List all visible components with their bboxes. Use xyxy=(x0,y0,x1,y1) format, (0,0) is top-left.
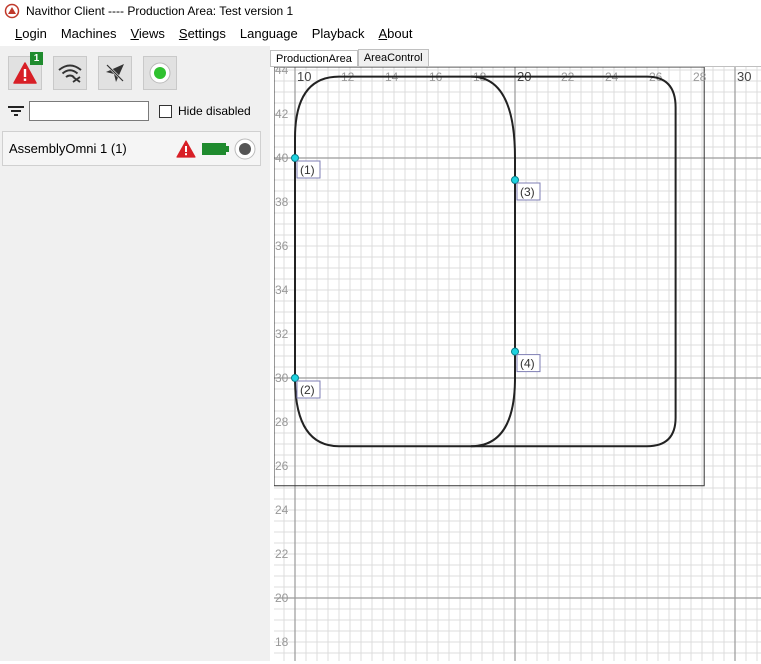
status-button[interactable] xyxy=(143,56,177,90)
filter-input[interactable] xyxy=(29,101,149,121)
hide-disabled-checkbox[interactable] xyxy=(159,104,172,118)
y-tick-label: 18 xyxy=(275,635,289,649)
left-panel: 1 Hide disabled AssemblyOmni 1 (1) xyxy=(0,46,270,661)
alarm-button[interactable]: 1 xyxy=(8,52,43,90)
y-tick-label: 36 xyxy=(275,239,289,253)
y-tick-label: 24 xyxy=(275,503,289,517)
connection-button[interactable] xyxy=(53,56,87,90)
node-point xyxy=(291,374,299,382)
filter-icon[interactable] xyxy=(8,104,24,118)
hide-disabled-label: Hide disabled xyxy=(178,104,251,118)
navigation-button[interactable] xyxy=(98,56,132,90)
y-tick-label: 44 xyxy=(275,67,289,77)
title-bar: Navithor Client ---- Production Area: Te… xyxy=(0,0,761,22)
y-tick-label: 30 xyxy=(275,371,289,385)
battery-icon xyxy=(202,142,229,155)
node-point xyxy=(291,154,299,162)
route-right xyxy=(471,75,677,448)
y-tick-label: 40 xyxy=(275,151,289,165)
y-tick-label: 34 xyxy=(275,283,289,297)
navigation-off-icon xyxy=(106,64,124,82)
map-panel: ProductionArea AreaControl 10 12 14 16 18 20 2… xyxy=(270,46,761,661)
menu-about[interactable]: About xyxy=(371,22,419,46)
production-area-map[interactable]: 10 12 14 16 18 20 22 24 26 28 30 44 42 40 38 36 34 32 30 28… xyxy=(273,63,761,661)
x-tick-label: 30 xyxy=(737,69,751,84)
menu-settings[interactable]: Settings xyxy=(172,22,233,46)
machine-state-icon[interactable] xyxy=(234,138,256,160)
node-point xyxy=(511,176,519,184)
node-label: (3) xyxy=(520,185,535,199)
y-tick-label: 28 xyxy=(275,415,289,429)
machine-status-icons xyxy=(176,138,256,160)
menu-views[interactable]: Views xyxy=(123,22,171,46)
tab-strip: ProductionArea AreaControl xyxy=(270,46,429,67)
alarm-icon xyxy=(13,62,37,84)
y-tick-label: 32 xyxy=(275,327,289,341)
y-tick-label: 38 xyxy=(275,195,289,209)
y-tick-label: 26 xyxy=(275,459,289,473)
toolbar: 1 xyxy=(8,52,188,92)
node-point xyxy=(511,347,519,356)
app-logo-icon xyxy=(4,3,20,19)
machine-alarm-icon xyxy=(176,139,196,158)
tab-area-control[interactable]: AreaControl xyxy=(357,49,429,66)
machine-list-item[interactable]: AssemblyOmni 1 (1) xyxy=(2,131,261,166)
filter-row: Hide disabled xyxy=(8,101,251,121)
y-tick-label: 42 xyxy=(275,107,289,121)
menu-login[interactable]: Login xyxy=(8,22,54,46)
tab-production-area[interactable]: ProductionArea xyxy=(270,50,358,67)
menu-playback[interactable]: Playback xyxy=(305,22,372,46)
node-label: (1) xyxy=(300,163,315,177)
menu-bar: Login Machines Views Settings Language P… xyxy=(0,22,761,46)
machine-name: AssemblyOmni 1 (1) xyxy=(9,141,127,156)
menu-machines[interactable]: Machines xyxy=(54,22,124,46)
node-label: (4) xyxy=(520,357,535,371)
map-canvas[interactable]: 10 12 14 16 18 20 22 24 26 28 30444240383634323028… xyxy=(273,63,761,661)
alarm-count-badge: 1 xyxy=(30,52,43,65)
window-title: Navithor Client ---- Production Area: Te… xyxy=(26,4,294,18)
x-tick-label: 10 xyxy=(297,69,311,84)
status-ok-icon xyxy=(149,62,171,84)
x-tick-label: 28 xyxy=(693,70,707,84)
y-tick-label: 20 xyxy=(275,591,289,605)
node-label: (2) xyxy=(300,383,315,397)
y-tick-label: 22 xyxy=(275,547,289,561)
menu-language[interactable]: Language xyxy=(233,22,305,46)
wifi-off-icon xyxy=(58,64,82,83)
